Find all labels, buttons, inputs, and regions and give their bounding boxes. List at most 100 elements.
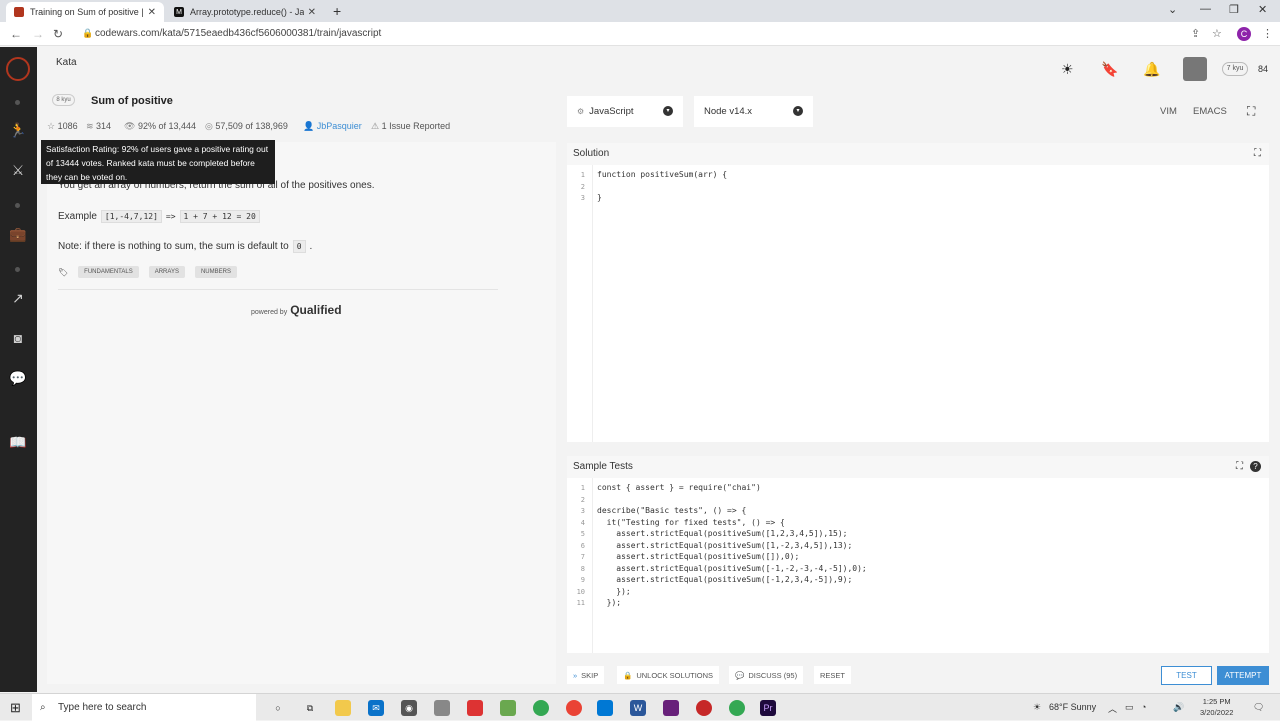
author-link[interactable]: JbPasquier xyxy=(317,121,362,131)
browser-tab-inactive[interactable]: M Array.prototype.reduce() - JavaSc ✕ xyxy=(166,2,324,22)
bookmark-star-icon[interactable]: ☆ xyxy=(1212,27,1222,40)
code-line[interactable]: 3 describe("Basic tests", () => { xyxy=(567,506,747,518)
notifications-icon[interactable]: 🗨 xyxy=(1253,702,1264,713)
premiere-icon[interactable]: Pr xyxy=(760,700,776,716)
fullscreen-icon[interactable]: ⛶ xyxy=(1247,104,1255,119)
bookmarks-icon[interactable]: 🔖 xyxy=(1101,61,1118,78)
reload-icon[interactable]: ↻ xyxy=(53,27,63,41)
minimize-icon[interactable]: — xyxy=(1200,3,1211,15)
satisfaction-stat[interactable]: 👁 92% of 13,444 xyxy=(124,121,196,132)
chrome-icon[interactable] xyxy=(533,700,549,716)
tag-arrays[interactable]: ARRAYS xyxy=(148,266,185,278)
paint-icon[interactable] xyxy=(500,700,516,716)
solution-editor[interactable]: Solution ⛶ 1 function positiveSum(arr) {2… xyxy=(567,143,1269,442)
file-explorer-icon[interactable] xyxy=(335,700,351,716)
windows-start-icon[interactable]: ⊞ xyxy=(10,700,21,716)
code-line[interactable]: 2 xyxy=(567,182,597,194)
window-app-icon[interactable] xyxy=(597,700,613,716)
browser-tab-active[interactable]: Training on Sum of positive | Co ✕ xyxy=(6,2,164,22)
qualified-logo[interactable]: Qualified xyxy=(290,303,341,317)
menu-icon[interactable]: ⋮ xyxy=(1262,27,1273,40)
theme-toggle-icon[interactable]: ☀ xyxy=(1061,61,1074,78)
stars-stat[interactable]: ☆ 1086 xyxy=(47,121,78,132)
discuss-label: DISCUSS (95) xyxy=(748,670,798,680)
code-line[interactable]: 11 }); xyxy=(567,598,622,610)
code-line[interactable]: 3} xyxy=(567,193,602,205)
expand-icon[interactable]: ⛶ xyxy=(1254,143,1261,165)
discuss-button[interactable]: 💬 DISCUSS (95) xyxy=(729,666,804,684)
practice-icon[interactable]: ⚔ xyxy=(9,161,27,179)
docs-icon[interactable]: 📖 xyxy=(9,433,27,451)
unlock-solutions-button[interactable]: 🔒 UNLOCK SOLUTIONS xyxy=(617,666,720,684)
code-line[interactable]: 1 function positiveSum(arr) { xyxy=(567,170,727,182)
attempt-button[interactable]: ATTEMPT xyxy=(1217,666,1269,685)
chat-icon[interactable]: 💬 xyxy=(9,369,27,387)
restore-icon[interactable]: ❐ xyxy=(1229,3,1239,16)
new-tab-icon[interactable]: + xyxy=(333,3,341,19)
app-icon[interactable] xyxy=(696,700,712,716)
word-icon[interactable]: W xyxy=(630,700,646,716)
runtime-select[interactable]: Node v14.x ▾ xyxy=(694,96,813,127)
visual-studio-icon[interactable] xyxy=(663,700,679,716)
share-icon[interactable]: ⇪ xyxy=(1191,27,1200,40)
vim-mode-button[interactable]: VIM xyxy=(1160,106,1177,117)
tray-chevron-icon[interactable]: ︿ xyxy=(1108,702,1117,715)
discord-icon[interactable]: ◙ xyxy=(9,329,27,347)
chrome-profile-icon[interactable] xyxy=(566,700,582,716)
taskbar-search[interactable]: ⌕ Type here to search xyxy=(32,694,256,721)
code-line[interactable]: 5 assert.strictEqual(positiveSum([1,2,3,… xyxy=(567,529,848,541)
camera-icon[interactable]: ◉ xyxy=(401,700,417,716)
code-line[interactable]: 10 }); xyxy=(567,587,631,599)
forward-icon[interactable]: → xyxy=(32,27,44,41)
url-field[interactable]: codewars.com/kata/5715eaedb436cf56060003… xyxy=(95,28,381,39)
issues-link[interactable]: 1 Issue Reported xyxy=(382,121,451,131)
expand-icon[interactable]: ⛶ xyxy=(1236,456,1243,478)
code-line[interactable]: 6 assert.strictEqual(positiveSum([1,-2,3… xyxy=(567,541,853,553)
user-avatar[interactable] xyxy=(1183,57,1207,81)
code-line[interactable]: 1 const { assert } = require("chai") xyxy=(567,483,761,495)
app-icon[interactable] xyxy=(434,700,450,716)
back-icon[interactable]: ← xyxy=(10,27,22,41)
notifications-bell-icon[interactable]: 🔔 xyxy=(1143,61,1160,78)
author-stat[interactable]: 👤 JbPasquier xyxy=(303,121,362,132)
task-view-icon[interactable]: ⧉ xyxy=(302,700,318,716)
cortana-icon[interactable]: ○ xyxy=(270,700,286,716)
code-line[interactable]: 4 it("Testing for fixed tests", () => { xyxy=(567,518,785,530)
weather[interactable]: 68°F Sunny xyxy=(1049,702,1096,712)
emacs-mode-button[interactable]: EMACS xyxy=(1193,106,1227,117)
completed-stat: ◎ 57,509 of 138,969 xyxy=(205,121,288,132)
kata-tab[interactable]: Kata xyxy=(56,57,77,68)
code-line[interactable]: 7 assert.strictEqual(positiveSum([]),0); xyxy=(567,552,800,564)
clock[interactable]: 1:25 PM 3/20/2022 xyxy=(1200,696,1233,718)
codewars-logo-icon[interactable] xyxy=(6,57,30,81)
help-icon[interactable]: ? xyxy=(1250,461,1261,472)
leaderboard-icon[interactable]: ↗ xyxy=(9,289,27,307)
language-select[interactable]: ⚙ JavaScript ▾ xyxy=(567,96,683,127)
close-tab-icon[interactable]: ✕ xyxy=(148,7,156,18)
reset-button[interactable]: RESET xyxy=(814,666,852,684)
tag-fundamentals[interactable]: FUNDAMENTALS xyxy=(78,266,139,278)
tab-search-icon[interactable]: ⌄ xyxy=(1168,3,1177,16)
mail-icon[interactable]: ✉ xyxy=(368,700,384,716)
close-window-icon[interactable]: ✕ xyxy=(1258,3,1267,16)
wifi-icon[interactable]: ◔ xyxy=(1141,702,1146,712)
code-line[interactable]: 2 xyxy=(567,495,597,507)
tag-numbers[interactable]: NUMBERS xyxy=(194,266,237,278)
volume-icon[interactable]: 🔊 xyxy=(1173,702,1184,713)
code-line[interactable]: 8 assert.strictEqual(positiveSum([-1,-2,… xyxy=(567,564,867,576)
close-tab-icon[interactable]: ✕ xyxy=(308,7,316,18)
collections-stat[interactable]: ≋ 314 xyxy=(86,121,111,132)
test-button[interactable]: TEST xyxy=(1161,666,1212,685)
completed-value: 57,509 of 138,969 xyxy=(215,121,288,131)
chrome-active-icon[interactable] xyxy=(729,700,745,716)
training-icon[interactable]: 🏃 xyxy=(9,121,27,139)
briefcase-icon[interactable]: 💼 xyxy=(9,225,27,243)
network-icon[interactable]: ▭ xyxy=(1125,702,1134,713)
sample-tests-editor[interactable]: Sample Tests ⛶ ? 1 const { assert } = req… xyxy=(567,456,1269,653)
weather-icon[interactable]: ☀ xyxy=(1033,702,1041,713)
skip-button[interactable]: » SKIP xyxy=(567,666,605,684)
code-line[interactable]: 9 assert.strictEqual(positiveSum([-1,2,3… xyxy=(567,575,853,587)
profile-avatar[interactable]: C xyxy=(1237,27,1251,41)
issues-stat[interactable]: ⚠ 1 Issue Reported xyxy=(371,121,450,132)
video-app-icon[interactable] xyxy=(467,700,483,716)
